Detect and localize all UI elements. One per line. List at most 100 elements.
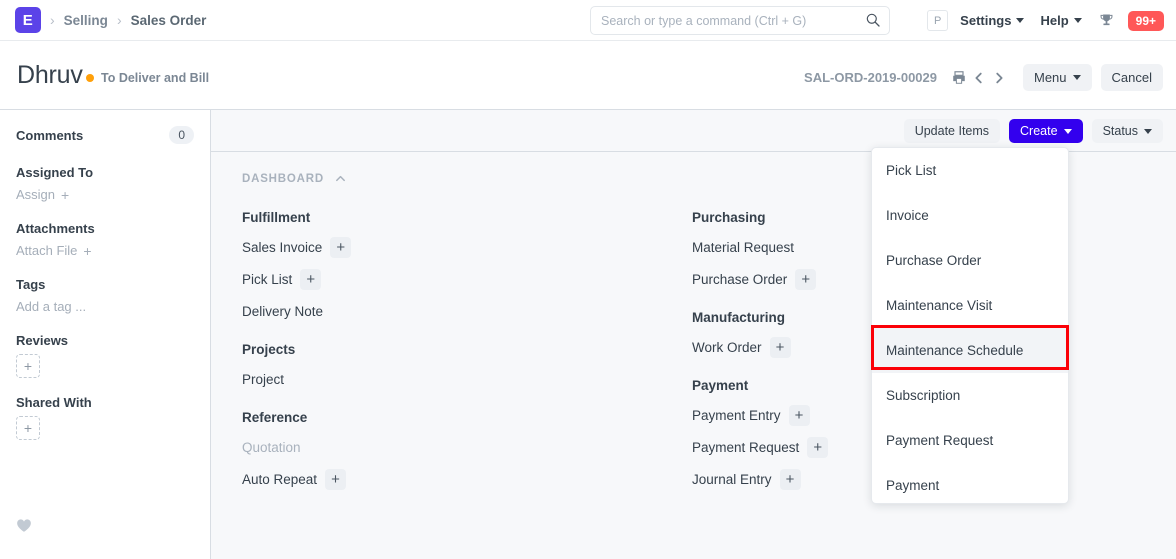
- dashboard-link-row: Project: [242, 369, 692, 390]
- dashboard-link-row: Sales Invoice +: [242, 237, 692, 258]
- dashboard-group-title: Fulfillment: [242, 210, 311, 225]
- avatar[interactable]: P: [927, 10, 949, 31]
- dashboard-link[interactable]: Delivery Note: [242, 304, 323, 319]
- dashboard-link[interactable]: Material Request: [692, 240, 794, 255]
- breadcrumb-separator-icon: ›: [116, 12, 122, 28]
- assigned-to-label: Assigned To: [16, 165, 94, 180]
- sidebar-section-attachments: Attachments Attach File +: [16, 221, 194, 260]
- cancel-button-label: Cancel: [1111, 70, 1152, 85]
- add-new-plus-button[interactable]: +: [769, 337, 791, 358]
- breadcrumb-selling[interactable]: Selling: [64, 13, 108, 28]
- chevron-up-icon[interactable]: [334, 172, 347, 185]
- help-menu[interactable]: Help: [1040, 13, 1082, 28]
- sidebar-section-shared-with: Shared With +: [16, 395, 194, 440]
- dashboard-link[interactable]: Work Order: [692, 340, 762, 355]
- plus-icon: +: [61, 186, 70, 203]
- create-menu-item-maintenance-visit[interactable]: Maintenance Visit: [872, 283, 1068, 328]
- menu-button[interactable]: Menu: [1023, 64, 1092, 91]
- create-menu-item-invoice[interactable]: Invoice: [872, 193, 1068, 238]
- dashboard-link[interactable]: Auto Repeat: [242, 472, 317, 487]
- print-button[interactable]: [950, 69, 968, 87]
- dashboard-link[interactable]: Payment Request: [692, 440, 799, 455]
- add-new-plus-button[interactable]: +: [779, 469, 801, 490]
- chevron-right-icon: [996, 72, 1003, 83]
- navbar-right-group: P Settings Help 99+: [927, 0, 1164, 41]
- search-input[interactable]: [590, 6, 890, 35]
- chevron-down-icon: [1072, 75, 1081, 80]
- plus-icon: +: [83, 242, 92, 259]
- dashboard-link[interactable]: Project: [242, 372, 284, 387]
- sidebar-section-reviews: Reviews +: [16, 333, 194, 378]
- status-dot-icon: [86, 74, 94, 82]
- update-items-button[interactable]: Update Items: [903, 119, 1001, 143]
- create-menu-item-payment-request[interactable]: Payment Request: [872, 418, 1068, 463]
- cancel-button[interactable]: Cancel: [1100, 64, 1163, 91]
- create-button-label: Create: [1020, 124, 1058, 138]
- status-badge: To Deliver and Bill: [86, 71, 209, 85]
- dashboard-link[interactable]: Payment Entry: [692, 408, 781, 423]
- dashboard-group-title: Reference: [242, 410, 308, 425]
- assign-button[interactable]: Assign +: [16, 187, 69, 202]
- add-new-plus-button[interactable]: +: [795, 269, 817, 290]
- attach-file-button[interactable]: Attach File +: [16, 243, 92, 258]
- notification-badge[interactable]: 99+: [1127, 10, 1164, 31]
- create-menu-item-pick-list[interactable]: Pick List: [872, 148, 1068, 193]
- status-button-label: Status: [1102, 124, 1138, 138]
- dashboard-link[interactable]: Purchase Order: [692, 272, 787, 287]
- sidebar-section-assigned-to: Assigned To Assign +: [16, 165, 194, 204]
- breadcrumb-separator-icon: ›: [50, 12, 55, 28]
- add-new-plus-button[interactable]: +: [330, 237, 352, 258]
- dashboard-group: Projects Project: [242, 342, 692, 390]
- document-id: SAL-ORD-2019-00029: [804, 70, 937, 85]
- next-document-button[interactable]: [990, 69, 1008, 87]
- add-new-plus-button[interactable]: +: [325, 469, 347, 490]
- heart-icon[interactable]: [16, 518, 32, 533]
- add-shared-user-button[interactable]: +: [16, 416, 40, 440]
- reviews-label: Reviews: [16, 333, 69, 348]
- page-title: Dhruv: [17, 61, 83, 89]
- attachments-label: Attachments: [16, 221, 95, 236]
- dashboard-label: DASHBOARD: [242, 172, 324, 185]
- add-review-button[interactable]: +: [16, 354, 40, 378]
- chevron-down-icon: [1016, 18, 1025, 23]
- add-tag-input[interactable]: Add a tag ...: [16, 299, 86, 314]
- dashboard-link-row: Quotation: [242, 437, 692, 458]
- sidebar-section-tags: Tags Add a tag ...: [16, 277, 194, 316]
- comments-count: 0: [169, 126, 194, 144]
- previous-document-button[interactable]: [970, 69, 988, 87]
- action-bar-buttons: Update Items Create Status: [903, 119, 1163, 143]
- status-label: To Deliver and Bill: [101, 71, 210, 85]
- dashboard-section-header[interactable]: DASHBOARD: [242, 172, 347, 185]
- sidebar: Comments 0 Assigned To Assign + Attachme…: [0, 110, 211, 559]
- shared-with-label: Shared With: [16, 395, 92, 410]
- help-label: Help: [1040, 13, 1069, 28]
- trophy-icon[interactable]: [1098, 12, 1115, 29]
- create-menu-item-subscription[interactable]: Subscription: [872, 373, 1068, 418]
- dashboard-link-row: Delivery Note: [242, 301, 692, 322]
- chevron-down-icon: [1144, 128, 1152, 134]
- create-menu-item-payment[interactable]: Payment: [872, 463, 1068, 503]
- dashboard-link[interactable]: Pick List: [242, 272, 292, 287]
- sidebar-item-comments[interactable]: Comments 0: [16, 126, 194, 144]
- dashboard-link-row: Pick List +: [242, 269, 692, 290]
- app-logo[interactable]: E: [15, 7, 41, 33]
- dashboard-link[interactable]: Journal Entry: [692, 472, 772, 487]
- document-header: Dhruv To Deliver and Bill SAL-ORD-2019-0…: [0, 41, 1176, 110]
- settings-menu[interactable]: Settings: [960, 13, 1025, 28]
- create-button[interactable]: Create: [1009, 119, 1083, 143]
- top-navbar: E › Selling › Sales Order P Settings Hel…: [0, 0, 1176, 41]
- create-menu-item-maintenance-schedule[interactable]: Maintenance Schedule: [872, 328, 1068, 373]
- add-new-plus-button[interactable]: +: [300, 269, 322, 290]
- add-new-plus-button[interactable]: +: [807, 437, 829, 458]
- dashboard-link[interactable]: Sales Invoice: [242, 240, 322, 255]
- add-new-plus-button[interactable]: +: [788, 405, 810, 426]
- printer-icon: [953, 70, 965, 84]
- global-search[interactable]: [590, 6, 890, 35]
- chevron-down-icon: [1063, 128, 1072, 134]
- dashboard-link[interactable]: Quotation: [242, 440, 301, 455]
- status-button[interactable]: Status: [1091, 119, 1163, 143]
- breadcrumb-sales-order[interactable]: Sales Order: [131, 13, 207, 28]
- create-menu-item-purchase-order[interactable]: Purchase Order: [872, 238, 1068, 283]
- create-dropdown-menu[interactable]: Pick List Invoice Purchase Order Maintenanc…: [871, 147, 1069, 504]
- assign-label: Assign: [16, 187, 56, 202]
